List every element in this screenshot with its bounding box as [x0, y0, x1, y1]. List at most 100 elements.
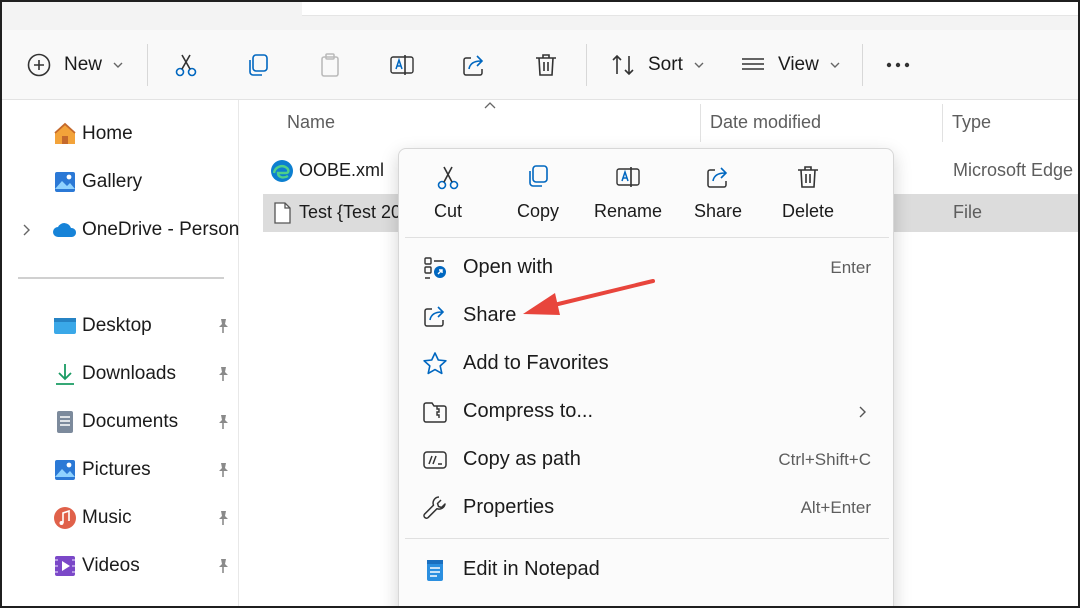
file-explorer-window: New Sort View Home Gallery OneDrive - Pe… [0, 0, 1080, 608]
address-bar[interactable] [302, 2, 1078, 16]
context-cut-button[interactable]: Cut [403, 163, 493, 229]
sidebar-item-music[interactable]: Music [2, 498, 239, 538]
sidebar-item-onedrive[interactable]: OneDrive - Persona [2, 210, 250, 250]
column-header-type[interactable]: Type [952, 100, 991, 144]
rename-icon [616, 167, 640, 187]
onedrive-cloud-icon [53, 223, 77, 237]
pin-icon[interactable] [214, 461, 232, 479]
sidebar-item-label: Documents [82, 411, 179, 432]
menu-item-label: Open with [463, 256, 554, 278]
menu-item-add-to-favorites[interactable]: Add to Favorites [405, 341, 889, 387]
view-list-icon [742, 58, 764, 70]
toolbar-divider [147, 44, 148, 86]
sidebar-item-videos[interactable]: Videos [2, 546, 239, 586]
menu-item-shortcut: Alt+Enter [800, 498, 871, 517]
more-options-button[interactable] [884, 30, 912, 100]
sidebar-item-pictures[interactable]: Pictures [2, 450, 239, 490]
chevron-down-icon [113, 62, 123, 68]
menu-item-label: Add to Favorites [463, 352, 609, 374]
music-icon [54, 507, 76, 529]
sort-icon [612, 54, 634, 76]
column-header-date[interactable]: Date modified [710, 100, 821, 144]
menu-item-open-with[interactable]: Open with Enter [405, 245, 889, 291]
rename-icon [390, 55, 414, 75]
pin-icon[interactable] [214, 365, 232, 383]
file-icon [274, 202, 291, 224]
menu-item-edit-in-notepad[interactable]: Edit in Notepad [405, 547, 889, 593]
menu-item-copy-as-path[interactable]: Copy as path Ctrl+Shift+C [405, 437, 889, 483]
share-button[interactable] [460, 30, 488, 100]
copy-path-icon [423, 451, 447, 469]
column-divider[interactable] [942, 104, 943, 142]
sort-button[interactable]: Sort [610, 30, 705, 100]
view-button[interactable]: View [740, 30, 841, 100]
copy-icon [529, 165, 548, 187]
desktop-folder-icon [54, 318, 76, 334]
rename-button[interactable] [388, 30, 416, 100]
column-divider[interactable] [700, 104, 701, 142]
sidebar-item-downloads[interactable]: Downloads [2, 354, 239, 394]
menu-item-properties[interactable]: Properties Alt+Enter [405, 485, 889, 531]
sort-label: Sort [648, 54, 683, 75]
menu-item-share[interactable]: Share [405, 293, 889, 339]
paste-button[interactable] [316, 30, 344, 100]
menu-item-label: Copy as path [463, 448, 581, 470]
sidebar-divider [18, 277, 224, 279]
menu-item-label: Edit in Notepad [463, 558, 600, 580]
chevron-right-icon [859, 406, 866, 418]
copy-icon [249, 54, 268, 76]
sidebar-item-label: Home [82, 123, 133, 144]
cut-button[interactable] [172, 30, 200, 100]
command-bar: New Sort View [2, 30, 1078, 100]
ellipsis-icon [886, 62, 910, 68]
gallery-icon [55, 172, 75, 192]
sidebar-item-desktop[interactable]: Desktop [2, 306, 239, 346]
context-rename-button[interactable]: Rename [583, 163, 673, 229]
delete-button[interactable] [532, 30, 560, 100]
new-button[interactable]: New [26, 30, 124, 100]
trash-icon [536, 54, 556, 76]
menu-item-label: Properties [463, 496, 555, 518]
menu-item-shortcut: Ctrl+Shift+C [778, 450, 871, 469]
sidebar-item-documents[interactable]: Documents [2, 402, 239, 442]
sidebar-item-gallery[interactable]: Gallery [2, 162, 239, 202]
file-name: OOBE.xml [299, 160, 385, 180]
menu-item-compress-to[interactable]: Compress to... [405, 389, 889, 435]
sidebar-item-home[interactable]: Home [2, 114, 239, 154]
sidebar-item-label: Gallery [82, 171, 143, 192]
copy-button[interactable] [244, 30, 272, 100]
documents-icon [57, 411, 73, 433]
menu-item-label: Share [463, 304, 517, 326]
edge-icon [271, 160, 293, 182]
pin-icon[interactable] [214, 557, 232, 575]
chevron-down-icon [694, 62, 704, 68]
pin-icon[interactable] [214, 509, 232, 527]
sidebar-item-label: Desktop [82, 315, 152, 336]
copy-label: Copy [516, 201, 560, 221]
compressed-folder-icon [423, 402, 447, 423]
wrench-icon [423, 496, 446, 519]
context-menu: Cut Copy Rename Share Delete Open with E… [398, 148, 894, 606]
open-with-icon [424, 257, 446, 279]
plus-circle-icon [27, 53, 51, 77]
context-copy-button[interactable]: Copy [493, 163, 583, 229]
rename-label: Rename [593, 201, 663, 221]
context-delete-button[interactable]: Delete [763, 163, 853, 229]
address-bar-strip [2, 2, 1078, 30]
trash-icon [798, 166, 818, 188]
share-icon [463, 55, 484, 76]
paste-icon [321, 53, 339, 77]
sidebar-item-label: Videos [82, 555, 140, 576]
pin-icon[interactable] [214, 317, 232, 335]
menu-divider [405, 538, 889, 539]
column-header-name[interactable]: Name [287, 100, 335, 144]
scissors-icon [437, 166, 459, 190]
pin-icon[interactable] [214, 413, 232, 431]
file-type: Microsoft Edge [953, 160, 1074, 180]
chevron-right-icon[interactable] [20, 223, 34, 237]
toolbar-divider [862, 44, 863, 86]
context-share-button[interactable]: Share [673, 163, 763, 229]
menu-item-label: Compress to... [463, 400, 594, 422]
star-icon [423, 352, 447, 375]
chevron-down-icon [830, 62, 840, 68]
